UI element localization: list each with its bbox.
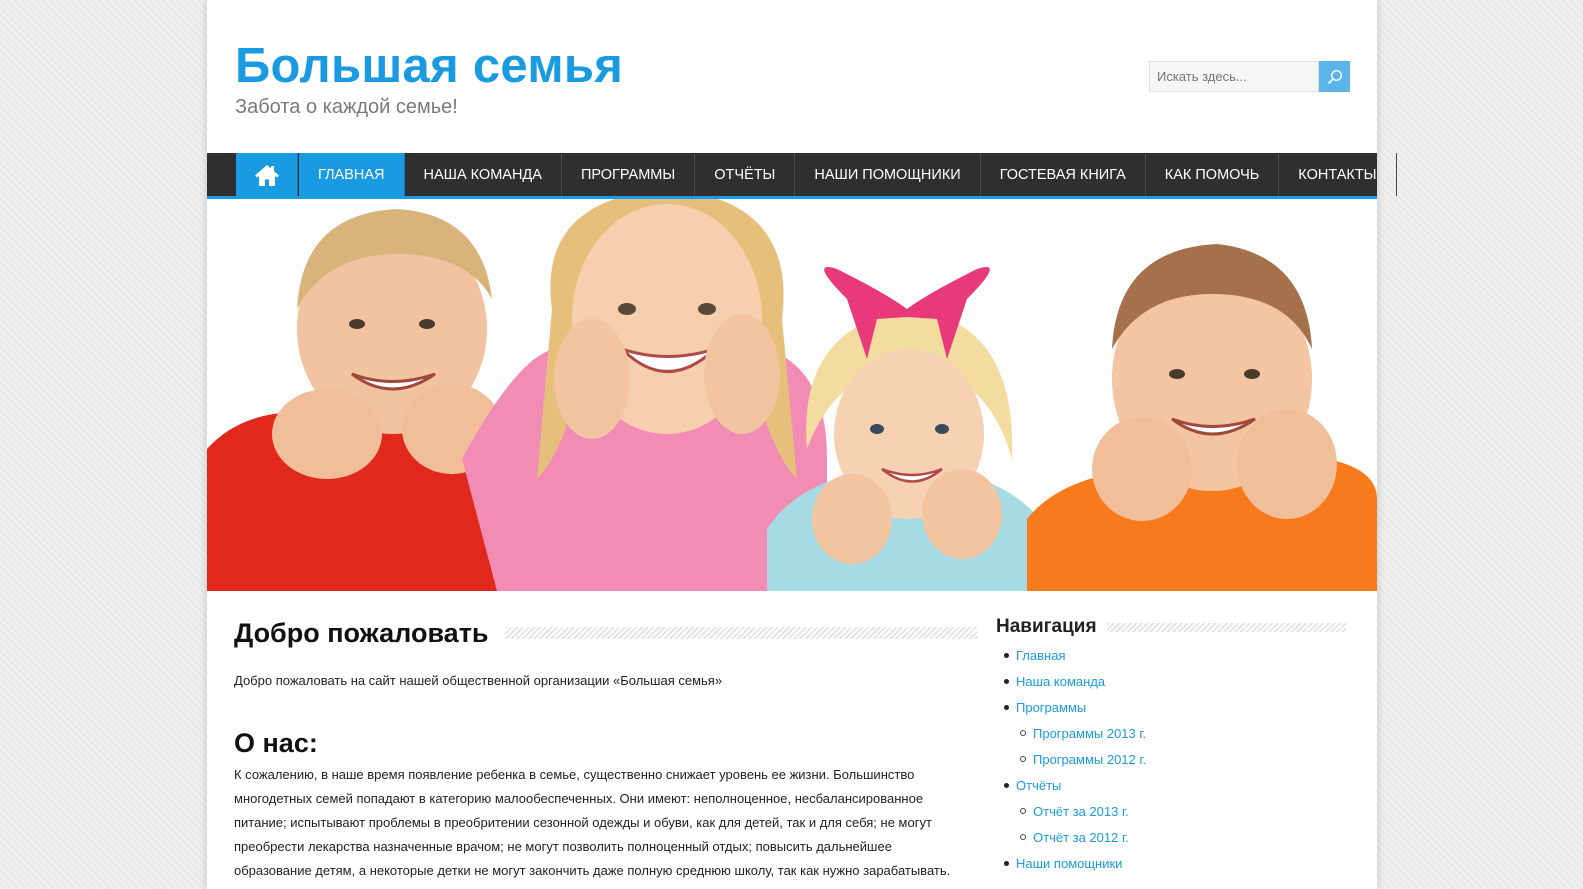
sidebar-item-reports[interactable]: Отчёты: [996, 772, 1346, 798]
site-title[interactable]: Большая семья: [235, 38, 623, 94]
title-divider: [504, 627, 977, 639]
sidebar-item-label[interactable]: Главная: [1016, 648, 1065, 663]
circle-bullet-icon: [1020, 730, 1026, 736]
widget-header: Навигация: [996, 615, 1346, 639]
sidebar-item-helpers[interactable]: Наши помощники: [996, 850, 1346, 876]
sidebar-item-label[interactable]: Наша команда: [1016, 674, 1105, 689]
about-text: К сожалению, в наше время появление ребе…: [234, 763, 977, 883]
intro-text: Добро пожаловать на сайт нашей обществен…: [234, 673, 723, 688]
sidebar-item-label[interactable]: Наши помощники: [1016, 856, 1122, 871]
sidebar-item-report-2013[interactable]: Отчёт за 2013 г.: [996, 798, 1346, 824]
page-title: Добро пожаловать: [234, 617, 489, 648]
nav-item-contacts[interactable]: КОНТАКТЫ: [1279, 153, 1397, 196]
widget-divider: [1106, 622, 1346, 632]
nav-item-team[interactable]: НАША КОМАНДА: [405, 153, 562, 196]
search-icon: [1327, 69, 1342, 84]
sidebar-item-label[interactable]: Программы 2012 г.: [1033, 752, 1146, 767]
bullet-icon: [1004, 678, 1009, 684]
about-heading: О нас:: [234, 728, 318, 758]
nav-item-how-to-help[interactable]: КАК ПОМОЧЬ: [1146, 153, 1280, 196]
search-input[interactable]: [1149, 61, 1319, 92]
circle-bullet-icon: [1020, 834, 1026, 840]
sidebar-item-label[interactable]: Отчёты: [1016, 778, 1061, 793]
nav-home-button[interactable]: [236, 153, 298, 196]
circle-bullet-icon: [1020, 756, 1026, 762]
about-line: многодетных семей попадают в категорию м…: [234, 791, 924, 806]
nav-menu: ГЛАВНАЯ НАША КОМАНДА ПРОГРАММЫ ОТЧЁТЫ НА…: [299, 153, 1397, 196]
page-container: Большая семья Забота о каждой семье! ГЛА…: [207, 0, 1397, 889]
nav-item-programs[interactable]: ПРОГРАММЫ: [562, 153, 696, 196]
sidebar-item-programs-2013[interactable]: Программы 2013 г.: [996, 720, 1346, 746]
sidebar-item-report-2012[interactable]: Отчёт за 2012 г.: [996, 824, 1346, 850]
sidebar: Навигация Главная Наша команда Программы…: [996, 615, 1346, 876]
nav-item-guestbook[interactable]: ГОСТЕВАЯ КНИГА: [981, 153, 1146, 196]
sidebar-item-programs-2012[interactable]: Программы 2012 г.: [996, 746, 1346, 772]
sidebar-nav-list: Главная Наша команда Программы Программы…: [996, 642, 1346, 876]
sidebar-item-home[interactable]: Главная: [996, 642, 1346, 668]
bullet-icon: [1004, 652, 1009, 658]
nav-item-home[interactable]: ГЛАВНАЯ: [299, 153, 405, 196]
nav-item-helpers[interactable]: НАШИ ПОМОЩНИКИ: [795, 153, 981, 196]
sidebar-item-label[interactable]: Отчёт за 2013 г.: [1033, 804, 1129, 819]
hero-children-illustration: [207, 199, 1377, 591]
sidebar-item-programs[interactable]: Программы: [996, 694, 1346, 720]
about-line: преобрести лекарства назначенные врачом;…: [234, 839, 892, 854]
hero-image: [207, 199, 1377, 591]
bullet-icon: [1004, 782, 1009, 788]
home-icon: [254, 164, 279, 186]
bullet-icon: [1004, 860, 1009, 866]
sidebar-item-label[interactable]: Программы 2013 г.: [1033, 726, 1146, 741]
site-description: Забота о каждой семье!: [235, 96, 458, 118]
sidebar-item-label[interactable]: Отчёт за 2012 г.: [1033, 830, 1129, 845]
sidebar-item-label[interactable]: Программы: [1016, 700, 1086, 715]
bullet-icon: [1004, 704, 1009, 710]
about-line: К сожалению, в наше время появление ребе…: [234, 767, 915, 782]
nav-item-reports[interactable]: ОТЧЁТЫ: [695, 153, 796, 196]
about-line: питание; испытывают проблемы в преобрите…: [234, 815, 932, 830]
widget-title: Навигация: [996, 616, 1097, 637]
main-content: Добро пожаловать Добро пожаловать на сай…: [234, 615, 977, 883]
main-navigation: ГЛАВНАЯ НАША КОМАНДА ПРОГРАММЫ ОТЧЁТЫ НА…: [207, 153, 1397, 199]
circle-bullet-icon: [1020, 808, 1026, 814]
entry-header: Добро пожаловать: [234, 615, 977, 651]
search-button[interactable]: [1319, 61, 1350, 92]
about-line: образование детям, а некоторые детки не …: [234, 863, 951, 878]
sidebar-item-team[interactable]: Наша команда: [996, 668, 1346, 694]
